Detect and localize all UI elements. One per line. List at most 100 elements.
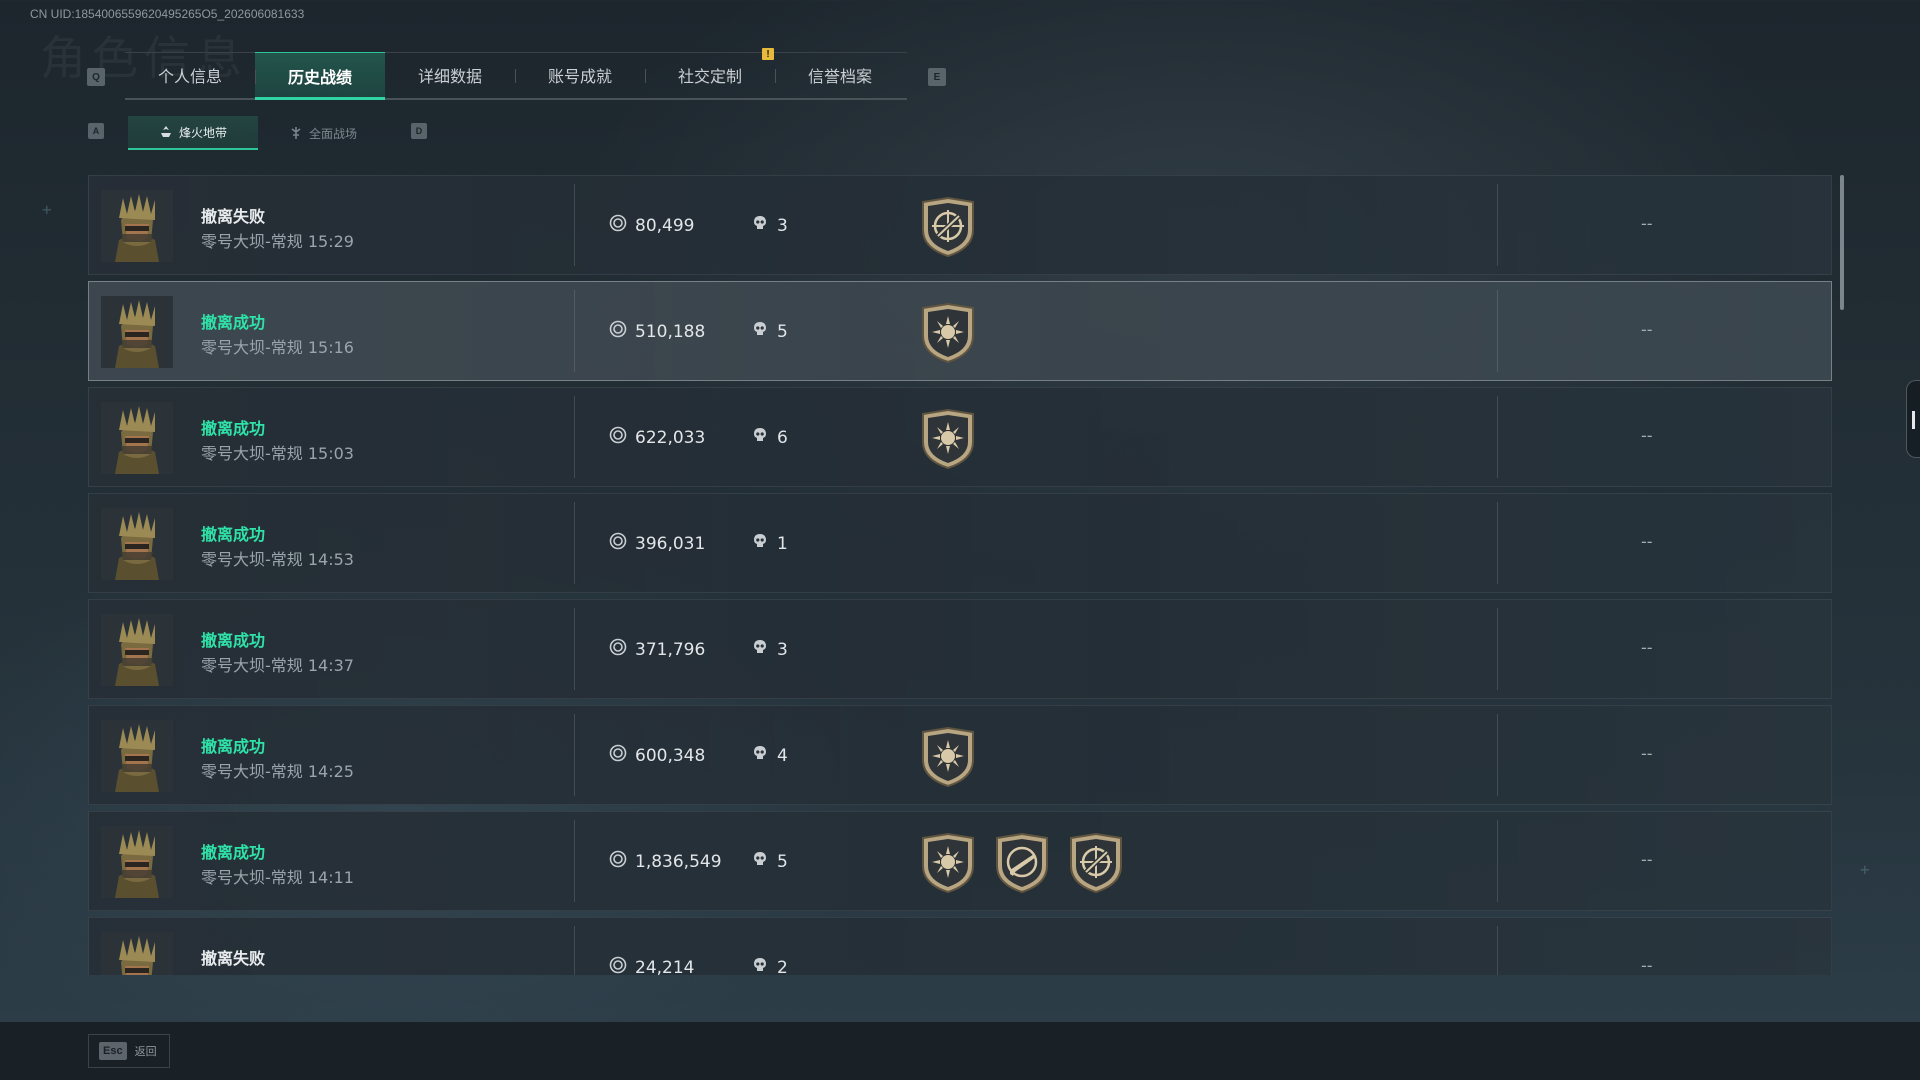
next-subtab-key[interactable]: D bbox=[411, 123, 427, 139]
kills-stat: 5 bbox=[751, 850, 788, 873]
tab-detailed-stats[interactable]: 详细数据 bbox=[385, 52, 515, 98]
money-value: 1,836,549 bbox=[635, 851, 722, 872]
tab-alert-badge: ! bbox=[762, 48, 774, 60]
badge-list bbox=[919, 832, 1125, 894]
prev-subtab-key[interactable]: A bbox=[88, 123, 104, 139]
sun-badge-icon[interactable] bbox=[919, 726, 977, 788]
row-divider bbox=[1497, 290, 1498, 372]
extra-info: -- bbox=[1641, 638, 1653, 657]
mode-subtabs: 烽火地带 全面战场 bbox=[128, 116, 388, 150]
rifle-badge-icon[interactable] bbox=[993, 832, 1051, 894]
uid-label: CN UID:1854006559620495265O5_20260608163… bbox=[30, 7, 305, 21]
extra-info: -- bbox=[1641, 320, 1653, 339]
next-tab-key[interactable]: E bbox=[928, 68, 946, 86]
kills-stat: 1 bbox=[751, 532, 788, 555]
row-divider bbox=[1497, 502, 1498, 584]
kills-stat: 3 bbox=[751, 638, 788, 661]
tab-reputation[interactable]: 信誉档案 bbox=[775, 52, 905, 98]
extra-info: -- bbox=[1641, 214, 1653, 233]
match-row[interactable]: 撤离成功 零号大坝-常规 15:03 622,033 6 -- bbox=[88, 387, 1832, 487]
subtab-battlefield[interactable]: 全面战场 bbox=[258, 116, 388, 150]
row-divider bbox=[574, 396, 575, 478]
extra-info: -- bbox=[1641, 744, 1653, 763]
money-value: 510,188 bbox=[635, 321, 706, 342]
kills-value: 3 bbox=[777, 215, 788, 236]
operator-avatar bbox=[101, 190, 173, 262]
map-and-time: 零号大坝-常规 14:25 bbox=[201, 762, 354, 781]
skull-icon bbox=[751, 426, 769, 449]
footer-bar bbox=[0, 1022, 1920, 1080]
row-divider bbox=[574, 608, 575, 690]
match-row[interactable]: 撤离成功 零号大坝-常规 15:16 510,188 5 -- bbox=[88, 281, 1832, 381]
row-divider bbox=[574, 714, 575, 796]
extraction-result: 撤离失败 bbox=[201, 949, 266, 968]
tab-achievements[interactable]: 账号成就 bbox=[515, 52, 645, 98]
battlefield-mode-icon bbox=[291, 127, 301, 139]
coin-icon bbox=[609, 532, 627, 555]
match-row[interactable]: 撤离成功 零号大坝-常规 14:53 396,031 1 -- bbox=[88, 493, 1832, 593]
coin-icon bbox=[609, 214, 627, 237]
skull-icon bbox=[751, 744, 769, 767]
extra-info: -- bbox=[1641, 956, 1653, 975]
sun-badge-icon[interactable] bbox=[919, 302, 977, 364]
back-button[interactable]: Esc 返回 bbox=[88, 1034, 170, 1068]
subtab-extraction-label: 烽火地带 bbox=[178, 125, 227, 140]
map-and-time: 零号大坝-常规 14:00 bbox=[201, 970, 354, 975]
map-and-time: 零号大坝-常规 15:03 bbox=[201, 444, 354, 463]
tab-match-history[interactable]: 历史战绩 bbox=[255, 52, 385, 100]
match-row[interactable]: 撤离失败零号大坝-常规 14:00 24,214 2 -- bbox=[88, 917, 1832, 975]
subtab-extraction[interactable]: 烽火地带 bbox=[128, 116, 258, 150]
tab-profile[interactable]: 个人信息 bbox=[125, 52, 255, 98]
list-scrollbar[interactable] bbox=[1840, 175, 1844, 310]
skull-icon bbox=[751, 532, 769, 555]
extraction-result: 撤离成功 bbox=[201, 631, 266, 650]
operator-avatar bbox=[101, 932, 173, 975]
money-value: 622,033 bbox=[635, 427, 706, 448]
kills-stat: 3 bbox=[751, 214, 788, 237]
money-value: 80,499 bbox=[635, 215, 695, 236]
extraction-result: 撤离成功 bbox=[201, 737, 266, 756]
kills-stat: 2 bbox=[751, 956, 788, 975]
skull-icon bbox=[751, 956, 769, 975]
row-divider bbox=[574, 820, 575, 902]
money-stat: 510,188 bbox=[609, 320, 705, 343]
operator-avatar bbox=[101, 826, 173, 898]
money-value: 371,796 bbox=[635, 639, 706, 660]
match-row[interactable]: 撤离成功 零号大坝-常规 14:11 1,836,549 5 -- bbox=[88, 811, 1832, 911]
kills-value: 5 bbox=[777, 321, 788, 342]
match-row[interactable]: 撤离成功零号大坝-常规 14:25 600,348 4 -- bbox=[88, 705, 1832, 805]
money-stat: 600,348 bbox=[609, 744, 705, 767]
sun-badge-icon[interactable] bbox=[919, 832, 977, 894]
back-label: 返回 bbox=[134, 1045, 157, 1058]
prev-tab-key[interactable]: Q bbox=[87, 68, 105, 86]
operator-avatar bbox=[101, 402, 173, 474]
row-divider bbox=[574, 926, 575, 975]
kills-value: 2 bbox=[777, 957, 788, 976]
map-and-time: 零号大坝-常规 15:16 bbox=[201, 338, 354, 357]
match-history-list: 撤离失败 零号大坝-常规 15:29 80,499 3 -- 撤离成功 零号大坝-常规 … bbox=[88, 175, 1832, 975]
extraction-result: 撤离成功 bbox=[201, 419, 266, 438]
decor-crosshair: + bbox=[42, 200, 52, 219]
map-and-time: 零号大坝-常规 14:37 bbox=[201, 656, 354, 675]
money-stat: 371,796 bbox=[609, 638, 705, 661]
subtab-battlefield-label: 全面战场 bbox=[308, 126, 357, 141]
kills-stat: 5 bbox=[751, 320, 788, 343]
coin-icon bbox=[609, 956, 627, 975]
coin-icon bbox=[609, 426, 627, 449]
badge-list bbox=[919, 408, 977, 470]
kills-stat: 4 bbox=[751, 744, 788, 767]
row-divider bbox=[574, 502, 575, 584]
money-stat: 1,836,549 bbox=[609, 850, 722, 873]
match-row[interactable]: 撤离成功零号大坝-常规 14:37 371,796 3 -- bbox=[88, 599, 1832, 699]
crosshair-badge-icon[interactable] bbox=[919, 196, 977, 258]
match-row[interactable]: 撤离失败 零号大坝-常规 15:29 80,499 3 -- bbox=[88, 175, 1832, 275]
extraction-result: 撤离成功 bbox=[201, 525, 266, 544]
tab-social[interactable]: 社交定制 bbox=[645, 52, 775, 98]
extra-info: -- bbox=[1641, 532, 1653, 551]
extraction-result: 撤离失败 bbox=[201, 207, 266, 226]
crosshair-badge-icon[interactable] bbox=[1067, 832, 1125, 894]
side-drawer-handle[interactable] bbox=[1906, 380, 1920, 458]
extra-info: -- bbox=[1641, 850, 1653, 869]
sun-badge-icon[interactable] bbox=[919, 408, 977, 470]
operator-avatar bbox=[101, 720, 173, 792]
